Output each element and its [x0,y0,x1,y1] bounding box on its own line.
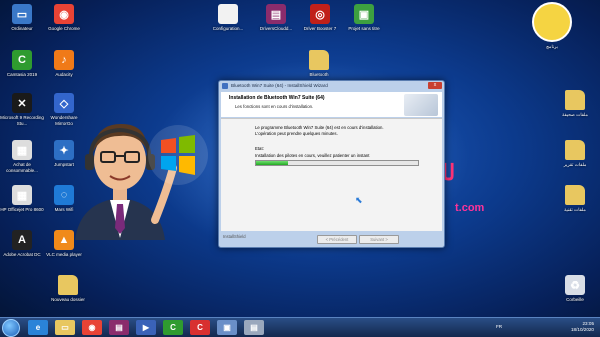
desktop-icon-label: ملفات صحيفة [562,112,588,117]
installer-description: Le programme Bluetooth Win7 Suite (64) e… [255,125,384,136]
clock[interactable]: 23:05 18/10/2020 [571,321,594,333]
desktop-icon-label: Microsoft 9 Recording Stu... [0,115,44,126]
taskbar: e ▭ ◉ ▤ ▶ C C ▣ ▤ FR 23:05 18/10/2020 [0,317,600,337]
folder-icon [565,185,585,205]
installer-titlebar[interactable]: Bluetooth Win7 Suite (64) - InstallShiel… [219,81,444,91]
decorative-site-text: t.com [455,202,485,214]
desktop-icon-label: Camtasia 2019 [6,72,38,77]
desktop-icon[interactable]: ◎ Driver Booster 7 [298,4,342,32]
desktop-icon-label: Adobe Acrobat DC [3,252,41,257]
installer-header-title: Installation de Bluetooth Win7 Suite (64… [229,95,325,101]
desktop-icon[interactable]: ▦ HP Officejet Pro 8600 [0,185,44,213]
desktop-icon-label: Achat de consommable... [6,162,38,173]
status-text: Installation des pilotes en cours, veuil… [255,153,370,158]
installer-header-subtitle: Les fonctions sont en cours d'installati… [235,104,314,109]
mascot-avatar-icon [532,2,572,42]
acrobat-icon: A [12,230,32,250]
chrome-icon[interactable]: ◉ [82,320,102,335]
installer-icon[interactable]: ▣ [217,320,237,335]
file-icon [218,4,238,24]
recycle-bin-icon: ♻ [565,275,585,295]
windows-logo [148,125,208,185]
desktop-icon[interactable]: ♪ Audacity [42,50,86,78]
installer-header-graphic [404,94,438,116]
desktop-icon[interactable]: ملفات تقنية [553,185,597,213]
busy-cursor-icon: ⬉ [355,195,363,205]
desktop-icon-label: Bluetooth [309,72,329,77]
desktop-icon-label: Projet sans titre [348,26,380,31]
installer-title-icon [222,83,228,89]
folder-icon [565,90,585,110]
desktop-icon[interactable]: ♻ Corbeille [553,275,597,303]
setup-icon[interactable]: ▤ [244,320,264,335]
desktop-icon[interactable]: C Camtasia 2019 [0,50,44,78]
recording-icon: ✕ [12,93,32,113]
clock-date: 18/10/2020 [571,327,594,332]
desktop-icon-label: Corbeille [566,297,584,302]
chrome-icon: ◉ [54,4,74,24]
desktop-icon[interactable]: ملفات صحيفة [553,90,597,118]
installer-body: Le programme Bluetooth Win7 Suite (64) e… [221,118,442,231]
audacity-icon: ♪ [54,50,74,70]
explorer-folder-icon[interactable]: ▭ [55,320,75,335]
mediaplayer-icon[interactable]: ▶ [136,320,156,335]
installer-header: Installation de Bluetooth Win7 Suite (64… [221,92,442,117]
camtasia-icon[interactable]: C [163,320,183,335]
desktop-icon[interactable]: A Adobe Acrobat DC [0,230,44,258]
project-icon: ▣ [354,4,374,24]
winrar-icon: ▤ [266,4,286,24]
desktop-icon[interactable]: Configuration... [206,4,250,32]
desktop-icon-label: DriversCloudd... [259,26,293,31]
close-icon[interactable]: x [428,82,442,89]
computer-icon: ▭ [12,4,32,24]
progress-fill [256,161,289,165]
language-indicator[interactable]: FR [496,324,502,329]
desktop-icon-label: VLC media player [46,252,82,257]
status-label: Etat: [255,146,264,151]
folder-icon [58,275,78,295]
desktop-icon-label: Google Chrome [48,26,80,31]
previous-button[interactable]: < Précédent [317,235,357,244]
camtasia-icon: C [12,50,32,70]
desktop-icon[interactable]: Nouveau dossier [46,275,90,303]
installshield-brand: InstallShield [223,234,246,239]
desktop-icon[interactable]: ملفات تقرير [553,140,597,168]
desktop-icon-label: Driver Booster 7 [303,26,337,31]
hp-printer-icon: ▦ [12,185,32,205]
folder-icon [309,50,329,70]
desktop-icon[interactable]: ▭ Ordinateur [0,4,44,32]
start-button[interactable] [2,319,20,337]
printer-icon: ▦ [12,140,32,160]
desktop-icon-label: HP Officejet Pro 8600 [0,207,44,212]
installer-window[interactable]: Bluetooth Win7 Suite (64) - InstallShiel… [218,80,445,248]
desktop-icon-label: ملفات تقرير [563,162,587,167]
desktop-icon-label: Audacity [55,72,73,77]
desktop-icon[interactable]: ✕ Microsoft 9 Recording Stu... [0,93,44,126]
ie-icon[interactable]: e [28,320,48,335]
installer-title: Bluetooth Win7 Suite (64) - InstallShiel… [231,83,328,88]
desktop-icon[interactable]: ◉ Google Chrome [42,4,86,32]
desktop-icon-label: Ordinateur [11,26,33,31]
desktop-icon[interactable]: Bluetooth [297,50,341,78]
desktop-icon-label: ملفات تقنية [564,207,586,212]
camtasia-recorder-icon[interactable]: C [190,320,210,335]
desktop-icon[interactable]: ▣ Projet sans titre [342,4,386,32]
folder-icon [565,140,585,160]
desktop-icon[interactable]: برنامج [530,2,574,50]
desktop-icon-label: Configuration... [212,26,244,31]
desktop-icon[interactable]: ▤ DriversCloudd... [254,4,298,32]
desktop-icon-label: Nouveau dossier [51,297,85,302]
driver-booster-icon: ◎ [310,4,330,24]
progress-bar [255,160,419,166]
desktop-icon-label: برنامج [546,44,558,49]
next-button[interactable]: Suivant > [359,235,399,244]
desktop-icon[interactable]: ▦ Achat de consommable... [0,140,44,173]
winrar-icon[interactable]: ▤ [109,320,129,335]
